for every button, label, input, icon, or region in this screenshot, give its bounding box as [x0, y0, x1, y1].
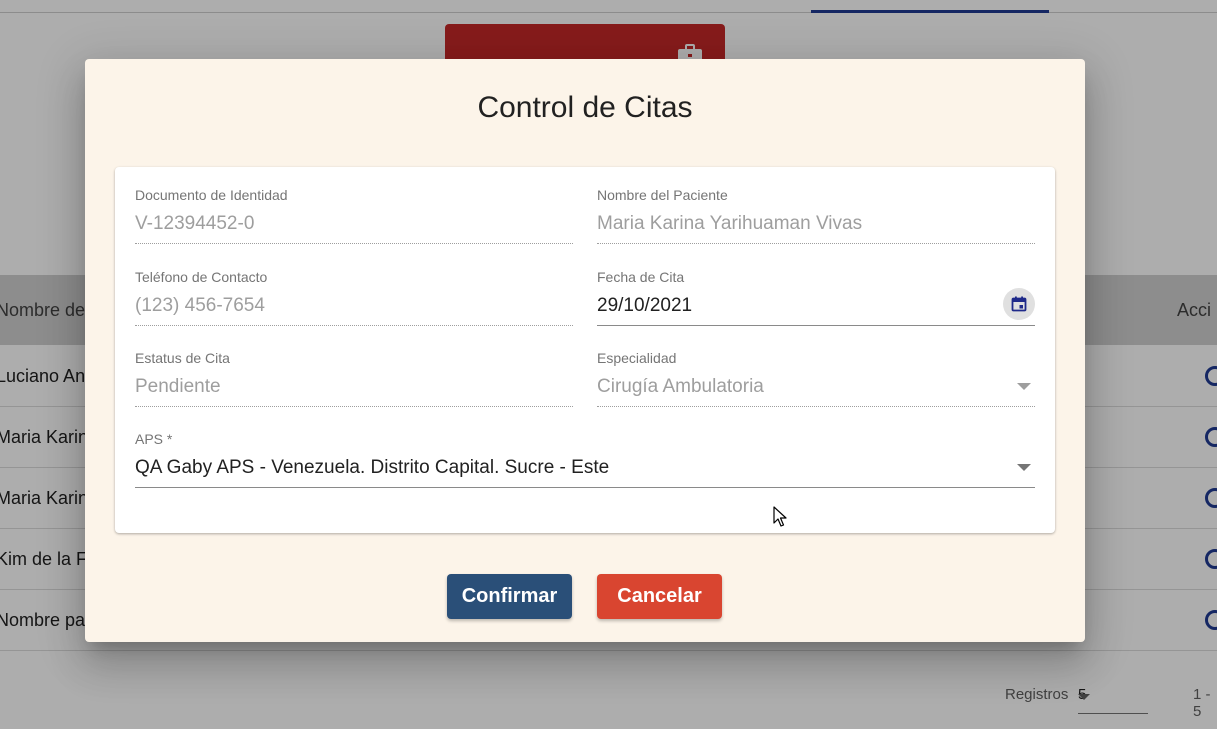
- documento-field: Documento de Identidad V-12394452-0: [135, 187, 573, 247]
- fecha-input[interactable]: 29/10/2021: [597, 295, 692, 317]
- telefono-value: (123) 456-7654: [135, 295, 265, 316]
- calendar-icon: [1011, 296, 1027, 312]
- field-underline: [135, 406, 573, 407]
- field-underline: [135, 325, 573, 326]
- field-underline: [597, 325, 1035, 326]
- field-underline: [135, 487, 1035, 488]
- confirm-button[interactable]: Confirmar: [447, 574, 572, 619]
- especialidad-label: Especialidad: [597, 350, 677, 366]
- estatus-value: Pendiente: [135, 376, 221, 397]
- chevron-down-icon: [1017, 383, 1031, 390]
- chevron-down-icon[interactable]: [1017, 464, 1031, 471]
- nombre-value: Maria Karina Yarihuaman Vivas: [597, 213, 863, 234]
- documento-label: Documento de Identidad: [135, 187, 288, 203]
- date-picker-button[interactable]: [1003, 288, 1035, 320]
- aps-value[interactable]: QA Gaby APS - Venezuela. Distrito Capita…: [135, 457, 609, 479]
- fecha-label: Fecha de Cita: [597, 269, 685, 285]
- dialog-title: Control de Citas: [477, 91, 693, 124]
- telefono-field: Teléfono de Contacto (123) 456-7654: [135, 269, 573, 329]
- form-card: Documento de Identidad V-12394452-0 Nomb…: [115, 167, 1055, 533]
- documento-value: V-12394452-0: [135, 213, 255, 234]
- field-underline: [597, 243, 1035, 244]
- estatus-label: Estatus de Cita: [135, 350, 230, 366]
- nombre-label: Nombre del Paciente: [597, 187, 728, 203]
- aps-select[interactable]: APS * QA Gaby APS - Venezuela. Distrito …: [135, 431, 1035, 491]
- appointment-dialog: Control de Citas Documento de Identidad …: [85, 59, 1085, 642]
- field-underline: [135, 243, 573, 244]
- field-underline: [597, 406, 1035, 407]
- cancel-button[interactable]: Cancelar: [597, 574, 722, 619]
- telefono-label: Teléfono de Contacto: [135, 269, 268, 285]
- mouse-cursor-icon: [773, 506, 787, 527]
- aps-label: APS *: [135, 431, 173, 447]
- fecha-field[interactable]: Fecha de Cita 29/10/2021: [597, 269, 1035, 329]
- estatus-field: Estatus de Cita Pendiente: [135, 350, 573, 410]
- nombre-field: Nombre del Paciente Maria Karina Yarihua…: [597, 187, 1035, 247]
- especialidad-select: Especialidad Cirugía Ambulatoria: [597, 350, 1035, 410]
- especialidad-value: Cirugía Ambulatoria: [597, 376, 764, 397]
